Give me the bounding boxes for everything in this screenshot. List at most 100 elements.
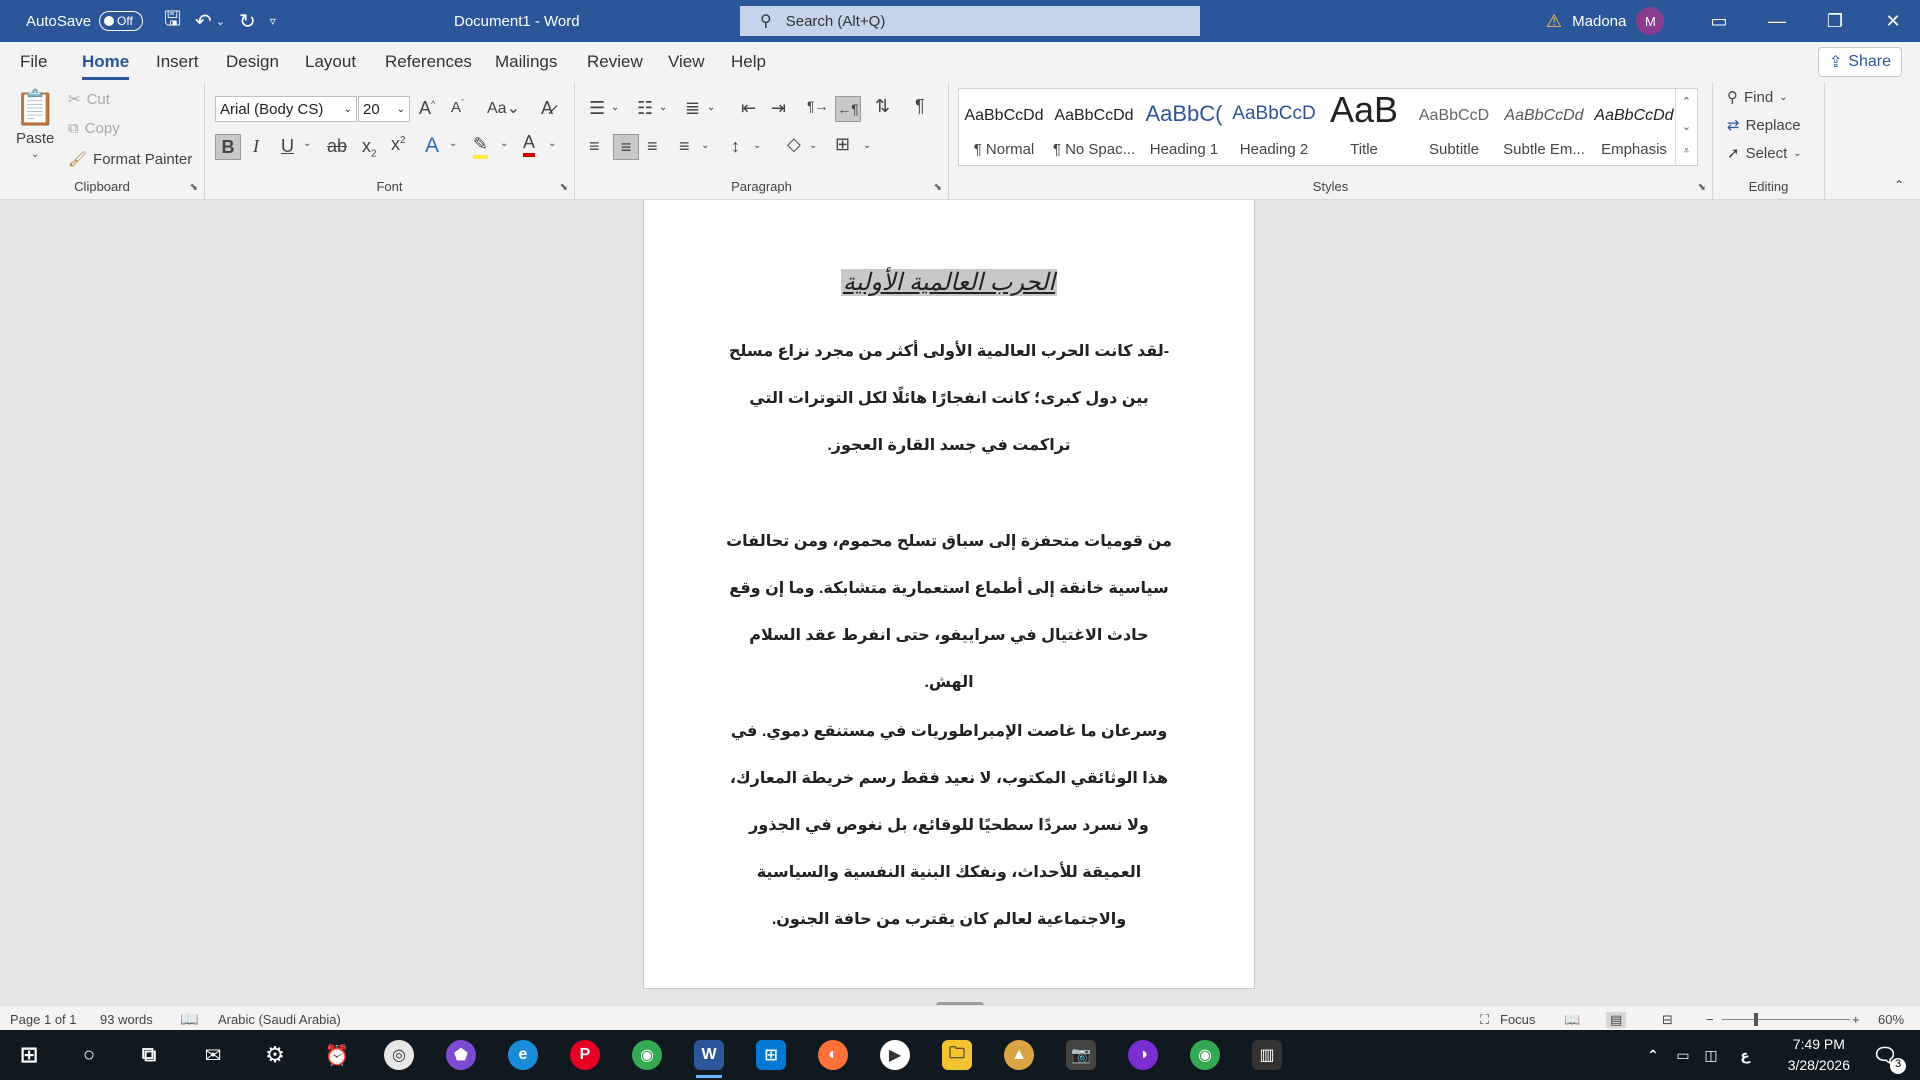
style-subtitle[interactable]: AaBbCcD Subtitle [1409, 89, 1499, 165]
style-title[interactable]: AaB Title [1319, 89, 1409, 165]
ltr-direction-icon[interactable]: ¶→ [807, 98, 829, 114]
tab-mailings[interactable]: Mailings [495, 52, 557, 72]
copy-button[interactable]: ⧉ Copy [68, 120, 120, 137]
focus-label[interactable]: Focus [1500, 1012, 1535, 1027]
chevron-down-icon[interactable]: ⌄ [659, 102, 667, 113]
style-normal[interactable]: AaBbCcDd ¶ Normal [959, 89, 1049, 165]
clear-formatting-icon[interactable]: A̷ [541, 98, 553, 119]
search-circle-icon[interactable]: ○ [74, 1040, 104, 1070]
document-heading-text[interactable]: الحرب العالمية الأولية [840, 269, 1058, 296]
chevron-down-icon[interactable]: ⌄ [863, 140, 871, 151]
pinterest-icon[interactable]: P [570, 1040, 600, 1070]
user-name[interactable]: Madona [1572, 13, 1626, 30]
alarm-clock-icon[interactable]: ⏰ [322, 1040, 352, 1070]
vlc-icon[interactable]: ▲ [1004, 1040, 1034, 1070]
paragraph-2[interactable]: من قوميات متحفزة إلى سباق تسلح محموم، وم… [724, 518, 1174, 706]
document-area[interactable]: الحرب العالمية الأولية -لقد كانت الحرب ا… [0, 200, 1920, 1014]
format-painter-button[interactable]: 🖌 Format Painter [68, 150, 192, 169]
chevron-down-icon[interactable]: ⌄ [500, 138, 508, 149]
align-right-icon[interactable]: ≡ [647, 136, 658, 157]
justify-icon[interactable]: ≡ [679, 136, 690, 157]
customize-qat-icon[interactable]: ▿ [270, 14, 276, 28]
chevron-down-icon[interactable]: ⌄ [548, 138, 556, 149]
autosave-control[interactable]: AutoSave Off [26, 0, 144, 42]
undo-dropdown-icon[interactable]: ⌄ [216, 15, 225, 28]
restore-icon[interactable]: ❐ [1806, 11, 1864, 32]
chevron-down-icon[interactable]: ⌄ [611, 102, 619, 113]
tab-view[interactable]: View [668, 52, 705, 72]
zoom-slider[interactable] [1722, 1019, 1850, 1020]
dialog-launcher-icon[interactable]: ⬊ [1698, 182, 1706, 193]
document-heading[interactable]: الحرب العالمية الأولية [644, 268, 1254, 297]
dialog-launcher-icon[interactable]: ⬊ [190, 182, 198, 193]
scroll-down-icon[interactable]: ⌄ [1675, 114, 1697, 139]
show-hidden-icons-icon[interactable]: ⌃ [1638, 1040, 1668, 1070]
search-box[interactable]: ⚲ Search (Alt+Q) [740, 6, 1200, 36]
style-heading-1[interactable]: AaBbC( Heading 1 [1139, 89, 1229, 165]
task-view-icon[interactable]: ⧉ [134, 1040, 164, 1070]
strikethrough-icon[interactable]: ab [327, 136, 347, 157]
avatar[interactable]: M [1636, 7, 1665, 35]
text-effects-icon[interactable]: A [425, 134, 439, 158]
share-button[interactable]: ⇪ Share [1817, 47, 1902, 77]
rtl-direction-icon[interactable]: ←¶ [835, 96, 861, 122]
subscript-icon[interactable]: x2 [362, 136, 377, 160]
chevron-down-icon[interactable]: ⌄ [707, 102, 715, 113]
underline-icon[interactable]: U [281, 136, 294, 157]
chevron-down-icon[interactable]: ⌄ [303, 138, 311, 149]
ribbon-display-icon[interactable]: ▭ [1690, 11, 1748, 32]
minimize-icon[interactable]: — [1748, 11, 1806, 32]
input-language[interactable]: ع [1730, 1040, 1760, 1070]
replace-button[interactable]: ⇄ Replace [1727, 116, 1801, 135]
tab-review[interactable]: Review [587, 52, 643, 72]
focus-icon[interactable]: ⛶ [1480, 1012, 1489, 1028]
paragraph-1[interactable]: -لقد كانت الحرب العالمية الأولى أكثر من … [724, 328, 1174, 469]
italic-icon[interactable]: I [253, 136, 259, 157]
network-icon[interactable]: ▭ [1668, 1040, 1698, 1070]
borders-icon[interactable]: ⊞ [835, 134, 850, 155]
tab-design[interactable]: Design [226, 52, 279, 72]
media-player-icon[interactable]: ▶ [880, 1040, 910, 1070]
zoom-in-icon[interactable]: + [1852, 1012, 1860, 1027]
windows-start-icon[interactable]: ⊞ [14, 1040, 44, 1070]
app-icon[interactable]: ◎ [384, 1040, 414, 1070]
select-button[interactable]: ➚ Select ⌄ [1727, 144, 1802, 163]
show-formatting-icon[interactable]: ¶ [915, 96, 925, 117]
autosave-toggle[interactable]: Off [99, 11, 144, 31]
word-icon[interactable]: W [694, 1040, 724, 1078]
pentagon-app-icon[interactable]: ⬟ [446, 1040, 476, 1070]
word-count[interactable]: 93 words [100, 1012, 153, 1027]
collapse-ribbon-icon[interactable]: ⌃ [1894, 178, 1904, 192]
tab-references[interactable]: References [385, 52, 472, 72]
store-icon[interactable]: ⊞ [756, 1040, 786, 1070]
language-indicator[interactable]: Arabic (Saudi Arabia) [218, 1012, 341, 1027]
superscript-icon[interactable]: x2 [391, 134, 406, 155]
read-mode-icon[interactable]: 📖 [1564, 1012, 1580, 1028]
style-emphasis[interactable]: AaBbCcDd Emphasis [1589, 89, 1679, 165]
settings-icon[interactable]: ⚙ [260, 1040, 290, 1070]
multilevel-list-icon[interactable]: ≣ [685, 98, 700, 119]
shading-icon[interactable]: ◇ [787, 134, 801, 155]
tor-icon[interactable]: ◑ [1128, 1040, 1158, 1070]
chevron-down-icon[interactable]: ⌄ [701, 140, 709, 151]
undo-icon[interactable]: ↶ [195, 9, 212, 34]
grow-font-icon[interactable]: A^ [419, 98, 435, 119]
font-size-combo[interactable]: 20 ⌄ [358, 96, 410, 122]
edge-icon[interactable]: e [508, 1040, 538, 1070]
increase-indent-icon[interactable]: ⇥ [771, 98, 786, 119]
sort-icon[interactable]: ⇅ [875, 96, 890, 117]
web-layout-icon[interactable]: ⊟ [1662, 1012, 1673, 1028]
numbering-icon[interactable]: ☷ [637, 98, 653, 119]
style-no-spacing[interactable]: AaBbCcDd ¶ No Spac... [1049, 89, 1139, 165]
audio-app-icon[interactable]: ▥ [1252, 1040, 1282, 1070]
redo-icon[interactable]: ↻ [239, 9, 256, 34]
tab-home[interactable]: Home [82, 52, 130, 80]
zoom-out-icon[interactable]: − [1706, 1012, 1714, 1027]
zoom-level[interactable]: 60% [1878, 1012, 1904, 1027]
close-icon[interactable]: ✕ [1864, 11, 1920, 32]
line-spacing-icon[interactable]: ↕ [731, 136, 740, 157]
dialog-launcher-icon[interactable]: ⬊ [560, 182, 568, 193]
scroll-up-icon[interactable]: ⌃ [1675, 89, 1697, 114]
volume-icon[interactable]: ◫ [1696, 1040, 1726, 1070]
more-styles-icon[interactable]: ⩡ [1675, 139, 1697, 164]
